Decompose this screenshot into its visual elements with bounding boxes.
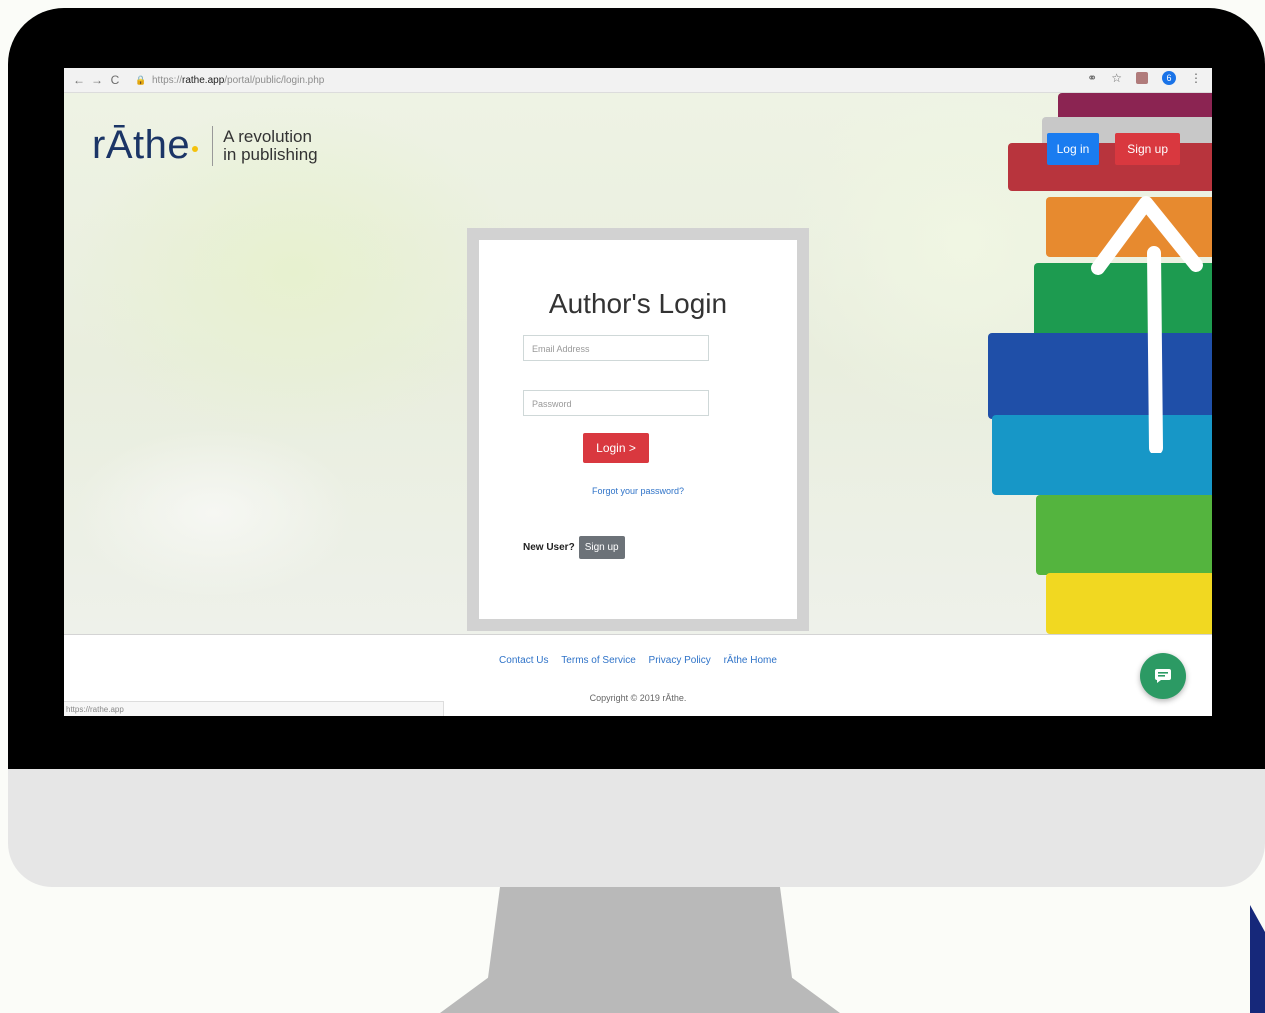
brand-logo[interactable]: rĀthe A revolution in publishing (92, 123, 318, 168)
top-nav: Log in Sign up (1046, 133, 1180, 165)
arrow-annotation-icon (1091, 196, 1203, 453)
menu-icon[interactable]: ⋮ (1190, 71, 1202, 85)
book-yellow (1046, 573, 1212, 634)
password-input[interactable]: Password (523, 390, 709, 416)
login-card: Author's Login Email Address Password Lo… (479, 240, 797, 619)
new-user-label: New User? (523, 542, 575, 553)
footer-links: Contact Us Terms of Service Privacy Poli… (64, 655, 1212, 666)
signup-button[interactable]: Sign up (578, 536, 625, 559)
signup-button-top[interactable]: Sign up (1115, 133, 1180, 165)
forgot-password-link[interactable]: Forgot your password? (479, 486, 797, 496)
url-prefix: https:// (152, 74, 183, 86)
chat-icon (1155, 669, 1171, 683)
tagline-line-1: A revolution (223, 126, 312, 146)
logo-divider (212, 125, 214, 166)
login-title: Author's Login (548, 288, 728, 319)
tagline-line-2: in publishing (223, 144, 318, 164)
footer-link-privacy[interactable]: Privacy Policy (649, 655, 711, 666)
footer-link-terms[interactable]: Terms of Service (561, 655, 635, 666)
screen: ← → C 🔒 https://rathe.app/portal/public/… (64, 68, 1212, 716)
login-button-top[interactable]: Log in (1046, 133, 1100, 165)
login-submit-button[interactable]: Login > (583, 433, 649, 463)
new-user-row: New User? Sign up (523, 536, 625, 559)
key-icon[interactable]: ⚭ (1087, 71, 1097, 85)
address-bar[interactable]: https://rathe.app/portal/public/login.ph… (152, 75, 324, 86)
brand-tagline: A revolution in publishing (223, 126, 318, 164)
decorative-corner (1250, 905, 1265, 1013)
monitor-stand (440, 887, 840, 1013)
browser-toolbar: ← → C 🔒 https://rathe.app/portal/public/… (64, 68, 1212, 93)
lock-icon: 🔒 (135, 74, 147, 85)
star-icon[interactable]: ☆ (1111, 71, 1122, 85)
footer: Contact Us Terms of Service Privacy Poli… (64, 634, 1212, 716)
status-bar-url: https://rathe.app (64, 701, 444, 716)
back-icon[interactable]: ← (70, 73, 88, 87)
monitor-chin (8, 769, 1265, 887)
url-domain: rathe.app (182, 74, 225, 86)
footer-link-home[interactable]: rĀthe Home (724, 655, 777, 666)
reload-icon[interactable]: C (106, 73, 124, 87)
logo-mark: rĀthe (92, 123, 191, 167)
extension-icon[interactable] (1136, 72, 1148, 84)
hero-background: rĀthe A revolution in publishing Log in … (64, 93, 1212, 634)
footer-link-contact[interactable]: Contact Us (499, 655, 548, 666)
profile-avatar[interactable]: 6 (1162, 71, 1176, 85)
forward-icon[interactable]: → (88, 73, 106, 87)
url-path: /portal/public/login.php (224, 74, 325, 86)
login-card-frame: Author's Login Email Address Password Lo… (467, 228, 809, 631)
email-input[interactable]: Email Address (523, 335, 709, 361)
book-light-green (1036, 495, 1212, 575)
logo-dot (192, 145, 199, 152)
chat-button[interactable] (1140, 653, 1186, 699)
